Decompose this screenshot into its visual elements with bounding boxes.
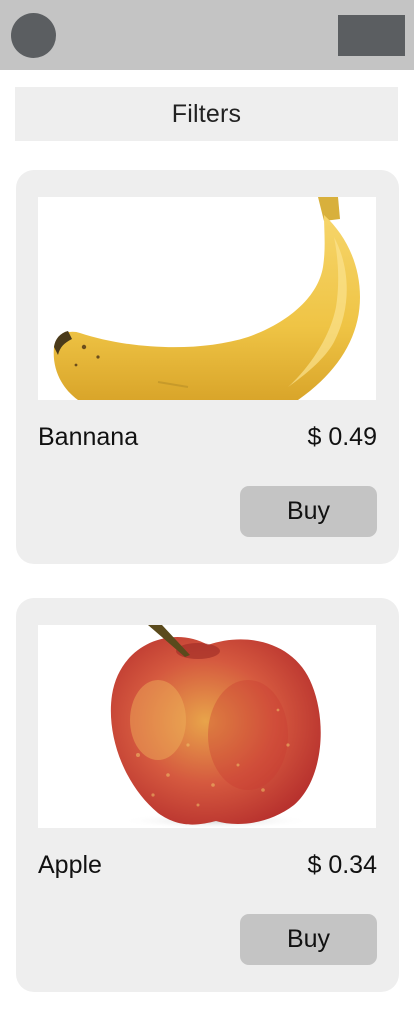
buy-button-label: Buy (286, 925, 331, 953)
product-price: $ 0.49 (307, 423, 377, 451)
avatar-icon[interactable] (11, 13, 56, 58)
buy-button[interactable]: Buy (240, 914, 377, 965)
banana-image (38, 197, 376, 400)
buy-button-label: Buy (286, 497, 331, 525)
apple-image (38, 625, 376, 828)
product-name: Apple (38, 851, 102, 879)
menu-button[interactable] (338, 15, 405, 56)
product-name: Bannana (38, 423, 139, 451)
buy-button[interactable]: Buy (240, 486, 377, 537)
filters-label: Filters (171, 99, 242, 128)
product-card: Apple $ 0.34 Buy (16, 598, 399, 992)
filters-button[interactable]: Filters (15, 87, 398, 141)
product-price: $ 0.34 (307, 851, 377, 879)
top-app-bar (0, 0, 414, 70)
product-card: Bannana $ 0.49 Buy (16, 170, 399, 564)
